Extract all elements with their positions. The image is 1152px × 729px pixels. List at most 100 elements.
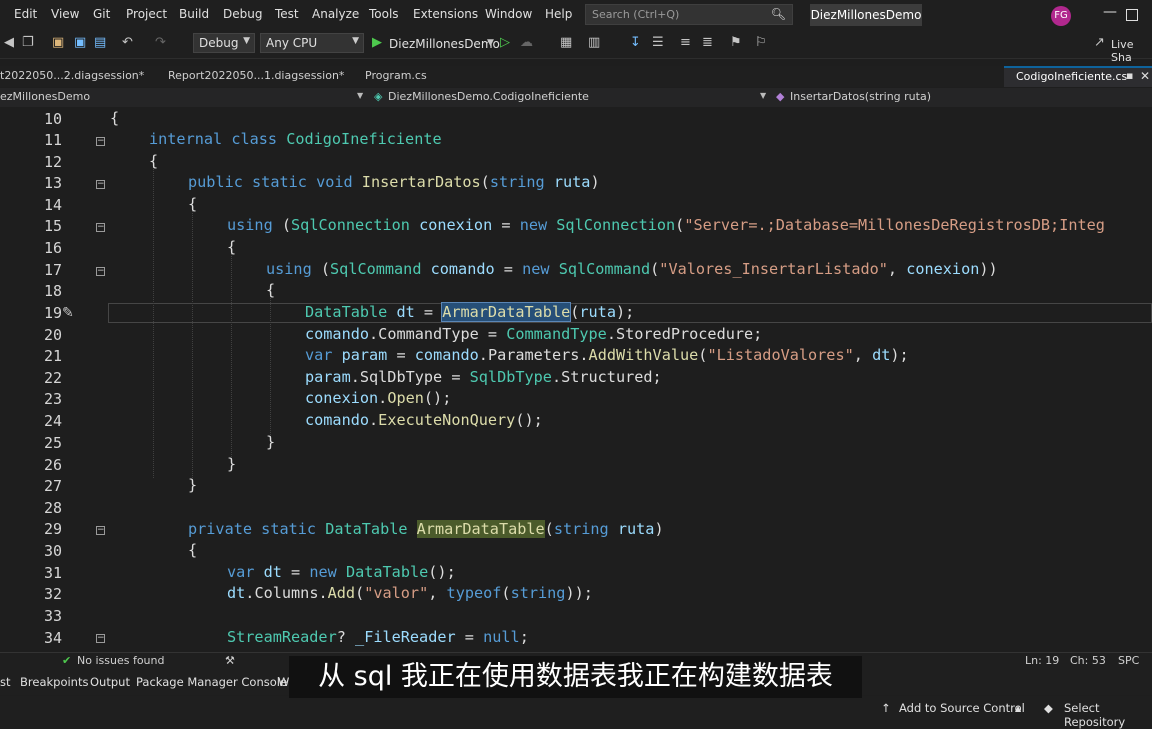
code-token: StoredProcedure xyxy=(615,325,754,343)
undo-icon[interactable]: ↶ xyxy=(122,35,133,50)
comment-icon[interactable]: ≡ xyxy=(680,35,691,50)
line-indicator[interactable]: Ln: 19 xyxy=(1025,654,1059,667)
menu-tools[interactable]: Tools xyxy=(369,7,399,21)
close-icon[interactable]: ✕ xyxy=(1140,69,1150,83)
code-token: private xyxy=(188,520,253,538)
start-without-debug-icon[interactable]: ▷ xyxy=(500,35,510,50)
hot-reload-icon[interactable]: ☁ xyxy=(520,35,533,50)
type-selector[interactable]: DiezMillonesDemo.CodigoIneficiente xyxy=(388,90,589,103)
code-token: ArmarDataTable xyxy=(441,302,572,322)
run-target-button[interactable]: DiezMillonesDemo xyxy=(389,37,500,51)
avatar[interactable]: FG xyxy=(1051,6,1071,26)
layout-icon[interactable]: ▥ xyxy=(588,35,600,50)
save-all-icon[interactable]: ▤ xyxy=(94,35,106,50)
menu-edit[interactable]: Edit xyxy=(14,7,37,21)
code-token: ? xyxy=(336,628,346,646)
code-token: internal xyxy=(149,130,223,148)
prev-bookmark-icon[interactable]: ⚐ xyxy=(755,35,767,50)
menu-build[interactable]: Build xyxy=(179,7,209,21)
live-share-button[interactable]: Live Sha xyxy=(1111,38,1152,64)
tab-program-cs[interactable]: Program.cs xyxy=(365,69,427,82)
menu-analyze[interactable]: Analyze xyxy=(312,7,359,21)
code-line: { xyxy=(110,109,120,127)
configuration-dropdown[interactable]: Debug ▼ xyxy=(193,33,255,53)
collapse-icon[interactable]: − xyxy=(96,223,105,232)
code-editor[interactable]: 10 11 12 13 14 15 16 17 18 19 20 21 22 2… xyxy=(0,107,1152,652)
menu-extensions[interactable]: Extensions xyxy=(413,7,478,21)
collapse-icon[interactable]: − xyxy=(96,267,105,276)
column-indicator[interactable]: Ch: 53 xyxy=(1070,654,1106,667)
select-repository-button[interactable]: Select Repository xyxy=(1064,701,1152,729)
line-number: 27 xyxy=(43,477,62,495)
back-icon[interactable]: ◀ xyxy=(4,35,14,50)
menu-help[interactable]: Help xyxy=(545,7,572,21)
menu-window[interactable]: Window xyxy=(485,7,532,21)
step-icon[interactable]: ↧ xyxy=(630,35,641,50)
code-token: CodigoIneficiente xyxy=(286,130,442,148)
uncomment-icon[interactable]: ≣ xyxy=(702,35,713,50)
code-token: var xyxy=(305,346,333,364)
code-token: SqlDbType xyxy=(359,368,443,386)
brush-icon[interactable]: ⚒ xyxy=(225,654,235,667)
code-token: InsertarDatos xyxy=(361,173,481,191)
chevron-down-icon[interactable]: ▼ xyxy=(487,38,494,48)
issues-status[interactable]: No issues found xyxy=(77,654,164,667)
quick-actions-icon[interactable]: ✎ xyxy=(62,305,74,321)
code-token: var xyxy=(227,563,255,581)
code-token: class xyxy=(231,130,278,148)
menu-test[interactable]: Test xyxy=(275,7,299,21)
live-share-icon[interactable]: ↗ xyxy=(1094,35,1105,50)
menu-view[interactable]: View xyxy=(51,7,79,21)
search-icon[interactable]: 🔍︎ xyxy=(771,7,786,21)
save-icon[interactable]: ▣ xyxy=(74,35,86,50)
tab-diagsession-2[interactable]: t2022050...2.diagsession* xyxy=(0,69,144,82)
project-selector[interactable]: ezMillonesDemo xyxy=(0,90,90,103)
menu-debug[interactable]: Debug xyxy=(223,7,262,21)
start-debug-icon[interactable]: ▶ xyxy=(372,35,382,50)
chevron-up-icon[interactable]: ▲ xyxy=(1015,704,1021,713)
code-token: ruta xyxy=(553,173,591,191)
platform-dropdown[interactable]: Any CPU ▼ xyxy=(260,33,364,53)
bookmark-icon[interactable]: ⚑ xyxy=(730,35,742,50)
redo-icon[interactable]: ↷ xyxy=(155,35,166,50)
code-line: { xyxy=(266,281,276,299)
add-to-source-control-button[interactable]: Add to Source Control xyxy=(899,701,1025,715)
indent-guide xyxy=(270,287,271,437)
tab-breakpoints[interactable]: Breakpoints xyxy=(20,675,88,689)
member-selector[interactable]: InsertarDatos(string ruta) xyxy=(790,90,931,103)
chevron-down-icon[interactable]: ▼ xyxy=(357,91,363,100)
collapse-icon[interactable]: − xyxy=(96,180,105,189)
minimize-icon[interactable]: — xyxy=(1103,4,1117,20)
code-token: Parameters xyxy=(487,346,580,364)
tab-tool-partial[interactable]: st xyxy=(0,675,11,689)
whitespace-mode[interactable]: SPC xyxy=(1118,654,1139,667)
code-token: ; xyxy=(583,584,593,602)
collapse-icon[interactable]: − xyxy=(96,634,105,643)
tab-output[interactable]: Output xyxy=(90,675,130,689)
new-project-icon[interactable]: ❐ xyxy=(22,35,34,50)
search-box[interactable]: Search (Ctrl+Q) 🔍︎ xyxy=(585,4,793,25)
code-line: public static void InsertarDatos(string … xyxy=(188,173,600,191)
menu-git[interactable]: Git xyxy=(93,7,110,21)
bookmark-list-icon[interactable]: ☰ xyxy=(652,35,664,50)
maximize-icon[interactable] xyxy=(1126,9,1138,21)
menu-project[interactable]: Project xyxy=(126,7,167,21)
line-number: 33 xyxy=(43,607,62,625)
code-token: conexion xyxy=(419,216,493,234)
collapse-icon[interactable]: − xyxy=(96,526,105,535)
tab-package-manager-console[interactable]: Package Manager Console xyxy=(136,675,287,689)
pin-icon[interactable]: ▪ xyxy=(1126,69,1133,82)
tab-w-partial[interactable]: W xyxy=(278,675,289,689)
line-number: 26 xyxy=(43,456,62,474)
browse-icon[interactable]: ▦ xyxy=(560,35,572,50)
open-folder-icon[interactable]: ▣ xyxy=(52,35,64,50)
tab-diagsession-1[interactable]: Report2022050...1.diagsession* xyxy=(168,69,344,82)
code-token: SqlCommand xyxy=(558,260,651,278)
tab-codigoineficiente-cs[interactable]: CodigoIneficiente.cs ▪ ✕ xyxy=(1004,66,1152,87)
collapse-icon[interactable]: − xyxy=(96,137,105,146)
chevron-down-icon[interactable]: ▼ xyxy=(760,91,766,100)
